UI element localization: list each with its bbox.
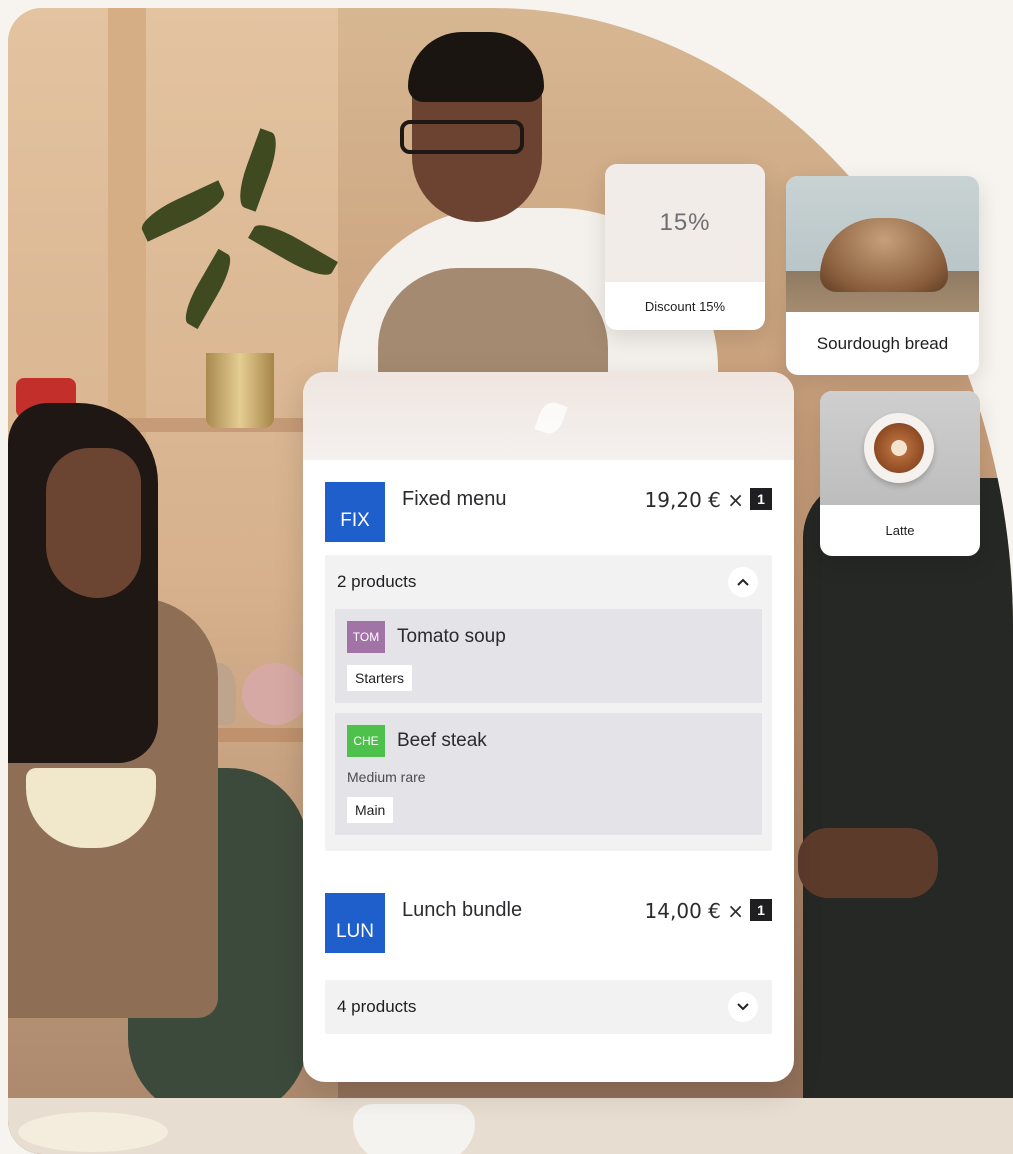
order-price: 19,20 € × [644, 488, 744, 512]
order-name: Lunch bundle [402, 899, 523, 921]
order-code-badge: FIX [325, 482, 385, 542]
list-item-beef-steak[interactable]: CHE Beef steak Medium rare Main [335, 713, 762, 835]
coffee-cup [353, 1104, 475, 1154]
item-note: Medium rare [347, 769, 426, 785]
person-face [46, 448, 141, 598]
item-name: Beef steak [397, 730, 487, 751]
panel-header [303, 372, 794, 460]
products-count: 2 products [337, 572, 417, 591]
products-count: 4 products [337, 997, 417, 1016]
vase [242, 663, 308, 725]
person-hair [408, 32, 544, 102]
glasses [400, 120, 524, 154]
products-group: 4 products [325, 980, 772, 1034]
product-card-latte[interactable]: Latte [820, 391, 980, 556]
list-item-tomato-soup[interactable]: TOM Tomato soup Starters [335, 609, 762, 703]
products-toggle[interactable]: 2 products [325, 555, 772, 609]
order-price: 14,00 € × [644, 899, 744, 923]
item-code-badge: CHE [347, 725, 385, 757]
category-tag: Main [347, 797, 394, 823]
order-row-fixed-menu[interactable]: FIX Fixed menu 19,20 € × 1 [303, 460, 794, 555]
order-code-badge: LUN [325, 893, 385, 953]
plant-pot [206, 353, 274, 428]
product-card-sourdough[interactable]: Sourdough bread [786, 176, 979, 375]
person-arm [798, 828, 938, 898]
discount-label: Discount 15% [644, 298, 726, 314]
quantity-badge[interactable]: 1 [750, 899, 772, 921]
category-tag: Starters [347, 665, 413, 691]
leaf-icon [534, 398, 568, 438]
bread-loaf [820, 218, 948, 292]
person-shirt [803, 478, 1013, 1098]
product-label: Sourdough bread [816, 333, 949, 353]
latte-art [874, 423, 924, 473]
products-toggle[interactable]: 4 products [325, 980, 772, 1034]
latte-image [820, 391, 980, 505]
discount-card[interactable]: 15% Discount 15% [605, 164, 765, 330]
saucer [18, 1112, 168, 1152]
product-label: Latte [885, 523, 915, 538]
discount-value: 15% [605, 164, 765, 282]
item-code-badge: TOM [347, 621, 385, 653]
chevron-down-icon[interactable] [728, 992, 758, 1022]
item-name: Tomato soup [397, 626, 506, 647]
order-row-lunch-bundle[interactable]: LUN Lunch bundle 14,00 € × 1 [303, 871, 794, 966]
order-panel: FIX Fixed menu 19,20 € × 1 2 products TO… [303, 372, 794, 1082]
products-group: 2 products TOM Tomato soup Starters CHE … [325, 555, 772, 851]
chevron-up-icon[interactable] [728, 567, 758, 597]
bread-image [786, 176, 979, 312]
order-name: Fixed menu [402, 488, 507, 510]
quantity-badge[interactable]: 1 [750, 488, 772, 510]
